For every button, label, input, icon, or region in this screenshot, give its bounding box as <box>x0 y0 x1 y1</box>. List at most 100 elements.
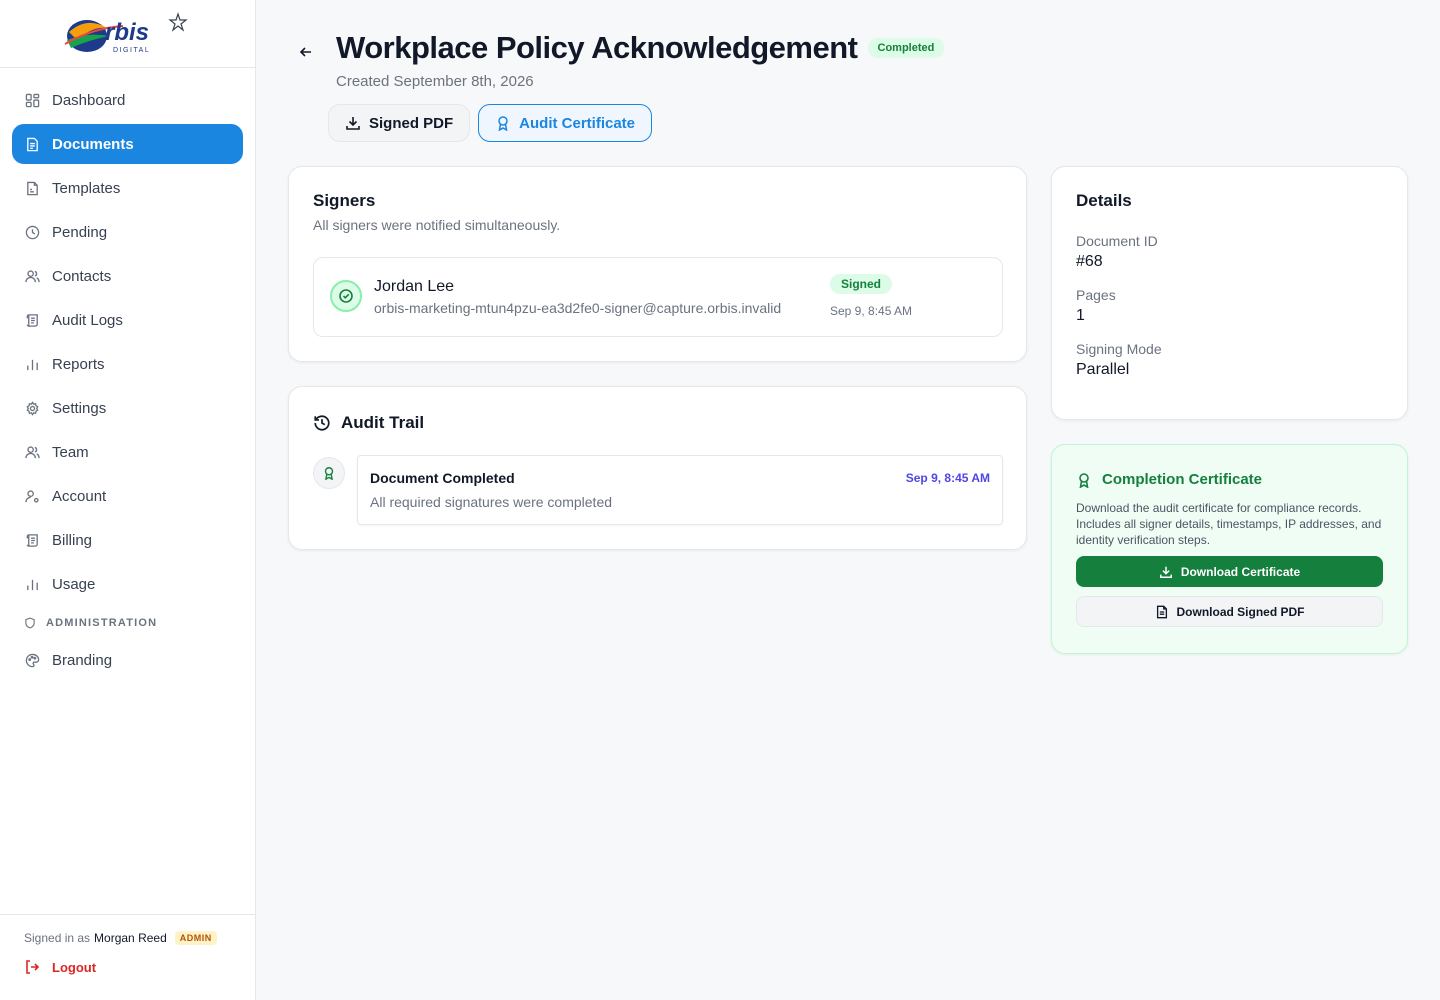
sidebar-item-label: Usage <box>52 575 96 593</box>
signers-subtitle: All signers were notified simultaneously… <box>313 217 561 233</box>
brand-logo[interactable]: rbis DIGITAL <box>63 10 193 58</box>
sidebar-item-branding[interactable]: Branding <box>12 640 243 680</box>
signers-card: Signers All signers were notified simult… <box>288 166 1027 362</box>
sidebar-item-reports[interactable]: Reports <box>12 344 243 384</box>
sidebar-item-label: Settings <box>52 399 107 417</box>
certificate-title: Completion Certificate <box>1102 471 1263 488</box>
role-badge: ADMIN <box>174 931 217 945</box>
sidebar-item-documents[interactable]: Documents <box>12 124 243 164</box>
template-icon <box>24 180 40 196</box>
sidebar-item-audit-logs[interactable]: Audit Logs <box>12 300 243 340</box>
signers-title: Signers <box>313 191 376 210</box>
detail-document-id: Document ID #68 <box>1076 233 1383 271</box>
detail-label: Pages <box>1076 287 1116 303</box>
signed-pdf-button[interactable]: Signed PDF <box>328 104 471 142</box>
sidebar-item-label: Billing <box>52 531 93 549</box>
sidebar-section-administration: ADMINISTRATION <box>12 608 243 638</box>
award-icon <box>1076 472 1092 488</box>
receipt-icon <box>24 532 40 548</box>
sidebar-item-label: Contacts <box>52 267 112 285</box>
signed-in-info: Signed in as Morgan Reed ADMIN <box>24 931 231 945</box>
signed-in-prefix: Signed in as <box>24 931 91 945</box>
detail-label: Signing Mode <box>1076 341 1162 357</box>
detail-value: #68 <box>1076 253 1103 270</box>
sidebar-footer: Signed in as Morgan Reed ADMIN Logout <box>0 914 255 1000</box>
button-label: Download Signed PDF <box>1176 604 1305 619</box>
check-circle-icon <box>330 280 362 312</box>
button-label: Download Certificate <box>1180 564 1301 579</box>
signer-email: orbis-marketing-mtun4pzu-ea3d2fe0-signer… <box>374 300 782 316</box>
sidebar-item-label: Reports <box>52 355 105 373</box>
sidebar-item-dashboard[interactable]: Dashboard <box>12 80 243 120</box>
sidebar-item-billing[interactable]: Billing <box>12 520 243 560</box>
team-icon <box>24 444 40 460</box>
bar-chart-icon <box>24 356 40 372</box>
sidebar-item-team[interactable]: Team <box>12 432 243 472</box>
button-label: Audit Certificate <box>519 114 636 132</box>
sidebar-item-label: Account <box>52 487 107 505</box>
page-title: Workplace Policy Acknowledgement <box>336 30 858 65</box>
details-card: Details Document ID #68 Pages 1 Signing … <box>1051 166 1408 420</box>
detail-value: Parallel <box>1076 361 1130 378</box>
header-actions: Signed PDF Audit Certificate <box>328 104 653 142</box>
title-row: Workplace Policy Acknowledgement Complet… <box>336 30 945 66</box>
sidebar-item-label: Dashboard <box>52 91 126 109</box>
arrow-left-icon <box>299 47 311 57</box>
completion-certificate-card: Completion Certificate Download the audi… <box>1051 444 1408 654</box>
audit-event-description: All required signatures were completed <box>370 494 613 510</box>
clock-icon <box>24 224 40 240</box>
detail-pages: Pages 1 <box>1076 287 1383 325</box>
sidebar-item-account[interactable]: Account <box>12 476 243 516</box>
download-certificate-button[interactable]: Download Certificate <box>1076 556 1383 587</box>
svg-text:DIGITAL: DIGITAL <box>113 47 150 54</box>
audit-event-time: Sep 9, 8:45 AM <box>905 471 990 485</box>
scroll-icon <box>24 312 40 328</box>
download-icon <box>345 115 361 131</box>
logout-label: Logout <box>52 959 97 975</box>
sidebar-item-contacts[interactable]: Contacts <box>12 256 243 296</box>
status-badge: Completed <box>867 38 945 58</box>
sidebar-nav: Dashboard Documents Templates Pending Co… <box>0 68 255 680</box>
sidebar: rbis DIGITAL Dashboard Documents Templat… <box>0 0 256 1000</box>
sidebar-item-pending[interactable]: Pending <box>12 212 243 252</box>
palette-icon <box>24 652 40 668</box>
sidebar-item-settings[interactable]: Settings <box>12 388 243 428</box>
section-label: ADMINISTRATION <box>46 617 158 629</box>
sidebar-item-label: Audit Logs <box>52 311 123 329</box>
sidebar-item-templates[interactable]: Templates <box>12 168 243 208</box>
file-text-icon <box>1155 605 1169 619</box>
audit-event: Document Completed All required signatur… <box>357 455 1003 525</box>
users-icon <box>24 268 40 284</box>
certificate-description: Download the audit certificate for compl… <box>1076 501 1382 547</box>
created-date: Created September 8th, 2026 <box>336 73 534 90</box>
certificate-header: Completion Certificate <box>1076 471 1383 488</box>
sidebar-item-label: Pending <box>52 223 108 241</box>
gear-icon <box>24 400 40 416</box>
button-label: Signed PDF <box>369 114 454 132</box>
back-button[interactable] <box>296 42 316 62</box>
history-icon <box>313 414 331 432</box>
audit-trail-card: Audit Trail Document Completed All requi… <box>288 386 1027 550</box>
user-name: Morgan Reed <box>94 931 167 945</box>
sidebar-item-label: Branding <box>52 651 113 669</box>
detail-label: Document ID <box>1076 233 1158 249</box>
document-icon <box>24 136 40 152</box>
logout-button[interactable]: Logout <box>24 959 231 975</box>
award-icon <box>495 115 511 131</box>
signer-status-badge: Signed <box>830 274 893 294</box>
user-cog-icon <box>24 488 40 504</box>
detail-value: 1 <box>1076 307 1085 324</box>
svg-text:rbis: rbis <box>105 19 149 46</box>
audit-certificate-button[interactable]: Audit Certificate <box>478 104 653 142</box>
dashboard-icon <box>24 92 40 108</box>
signer-name: Jordan Lee <box>374 278 455 295</box>
sidebar-item-usage[interactable]: Usage <box>12 564 243 604</box>
download-signed-pdf-button[interactable]: Download Signed PDF <box>1076 596 1383 627</box>
bar-chart-icon <box>24 576 40 592</box>
sidebar-item-label: Templates <box>52 179 121 197</box>
logo-area: rbis DIGITAL <box>0 0 255 68</box>
sidebar-item-label: Documents <box>52 135 134 153</box>
signer-row: Jordan Lee orbis-marketing-mtun4pzu-ea3d… <box>313 257 1003 337</box>
signer-timestamp: Sep 9, 8:45 AM <box>830 304 913 318</box>
details-title: Details <box>1076 191 1132 210</box>
